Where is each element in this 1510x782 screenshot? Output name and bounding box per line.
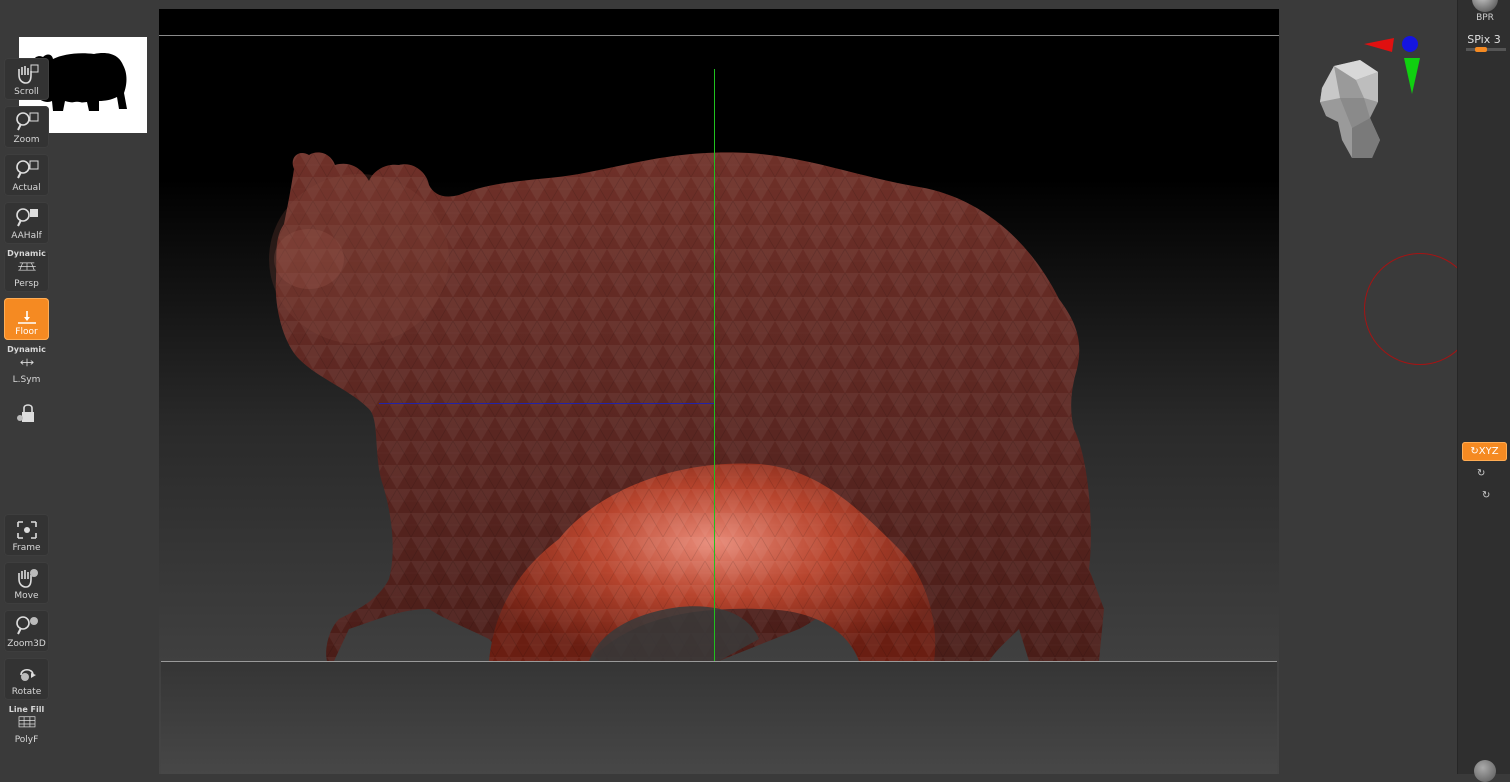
frame-button[interactable]: Frame (4, 514, 49, 556)
aahalf-button[interactable]: AAHalf (4, 202, 49, 244)
magnifier-actual-icon (16, 160, 39, 179)
xyz-label: XYZ (1478, 446, 1499, 457)
zoom-button[interactable]: Zoom (4, 106, 49, 148)
rotate-button[interactable]: Rotate (4, 658, 49, 700)
bpr-button[interactable]: BPR (1465, 13, 1505, 23)
transp-icon[interactable] (1474, 760, 1496, 782)
spix-slider-knob[interactable] (1475, 47, 1487, 52)
lsym-dynamic-label: Dynamic (7, 345, 46, 354)
floor-grid-line (161, 661, 1277, 662)
floor-icon (18, 311, 36, 324)
persp-dynamic-label: Dynamic (7, 249, 46, 258)
right-shelf (1457, 0, 1510, 774)
magnifier-icon (16, 112, 39, 131)
zoom3d-label: Zoom3D (7, 639, 46, 649)
z-rotate-button[interactable]: ↻ (1482, 490, 1496, 504)
magnifier-aahalf-icon (16, 208, 38, 227)
zoom3d-icon (16, 616, 38, 635)
persp-button[interactable]: Dynamic Persp (4, 249, 49, 292)
document-canvas[interactable] (159, 9, 1279, 774)
perspective-grid-icon (18, 262, 36, 271)
lsym-label: L.Sym (12, 375, 41, 385)
rotate-z-icon: ↻ (1482, 490, 1491, 501)
frame-label: Frame (12, 543, 41, 553)
lock-button[interactable] (4, 394, 49, 434)
zoom3d-button[interactable]: Zoom3D (4, 610, 49, 652)
scroll-label: Scroll (14, 87, 39, 97)
spix-slider-label: SPix 3 (1467, 33, 1501, 46)
rotate-icon (20, 668, 36, 681)
rotate-y-icon: ↻ (1477, 468, 1486, 479)
local-symmetry-icon (20, 358, 34, 367)
persp-label: Persp (14, 279, 39, 289)
polyf-linefill-label: Line Fill (8, 705, 45, 714)
actual-label: Actual (12, 183, 41, 193)
floor-button[interactable]: Floor (4, 298, 49, 340)
polyframe-grid-icon (18, 716, 36, 728)
xyz-rotate-button[interactable]: ↻XYZ (1462, 442, 1507, 461)
move-hand-icon (18, 569, 38, 588)
move-button[interactable]: Move (4, 562, 49, 604)
aahalf-label: AAHalf (11, 231, 42, 241)
move-label: Move (14, 591, 39, 601)
polyf-button[interactable]: Line Fill PolyF (4, 705, 49, 748)
actual-button[interactable]: Actual (4, 154, 49, 196)
symmetry-line-y (714, 69, 715, 661)
rotate-xyz-icon: ↻ (1470, 446, 1479, 457)
y-rotate-button[interactable]: ↻ (1477, 468, 1491, 482)
floor-label: Floor (15, 327, 38, 337)
symmetry-line-x (379, 403, 714, 404)
hand-icon (18, 64, 39, 84)
orientation-head-icon[interactable] (1312, 58, 1392, 163)
polyf-label: PolyF (14, 735, 39, 745)
bear-mesh[interactable] (159, 9, 1279, 774)
rotate-label: Rotate (11, 687, 42, 697)
scroll-button[interactable]: Scroll (4, 58, 49, 100)
lsym-button[interactable]: Dynamic L.Sym (4, 345, 49, 388)
frame-icon (17, 521, 37, 539)
zoom-label: Zoom (13, 135, 40, 145)
lock-icon (17, 404, 34, 422)
